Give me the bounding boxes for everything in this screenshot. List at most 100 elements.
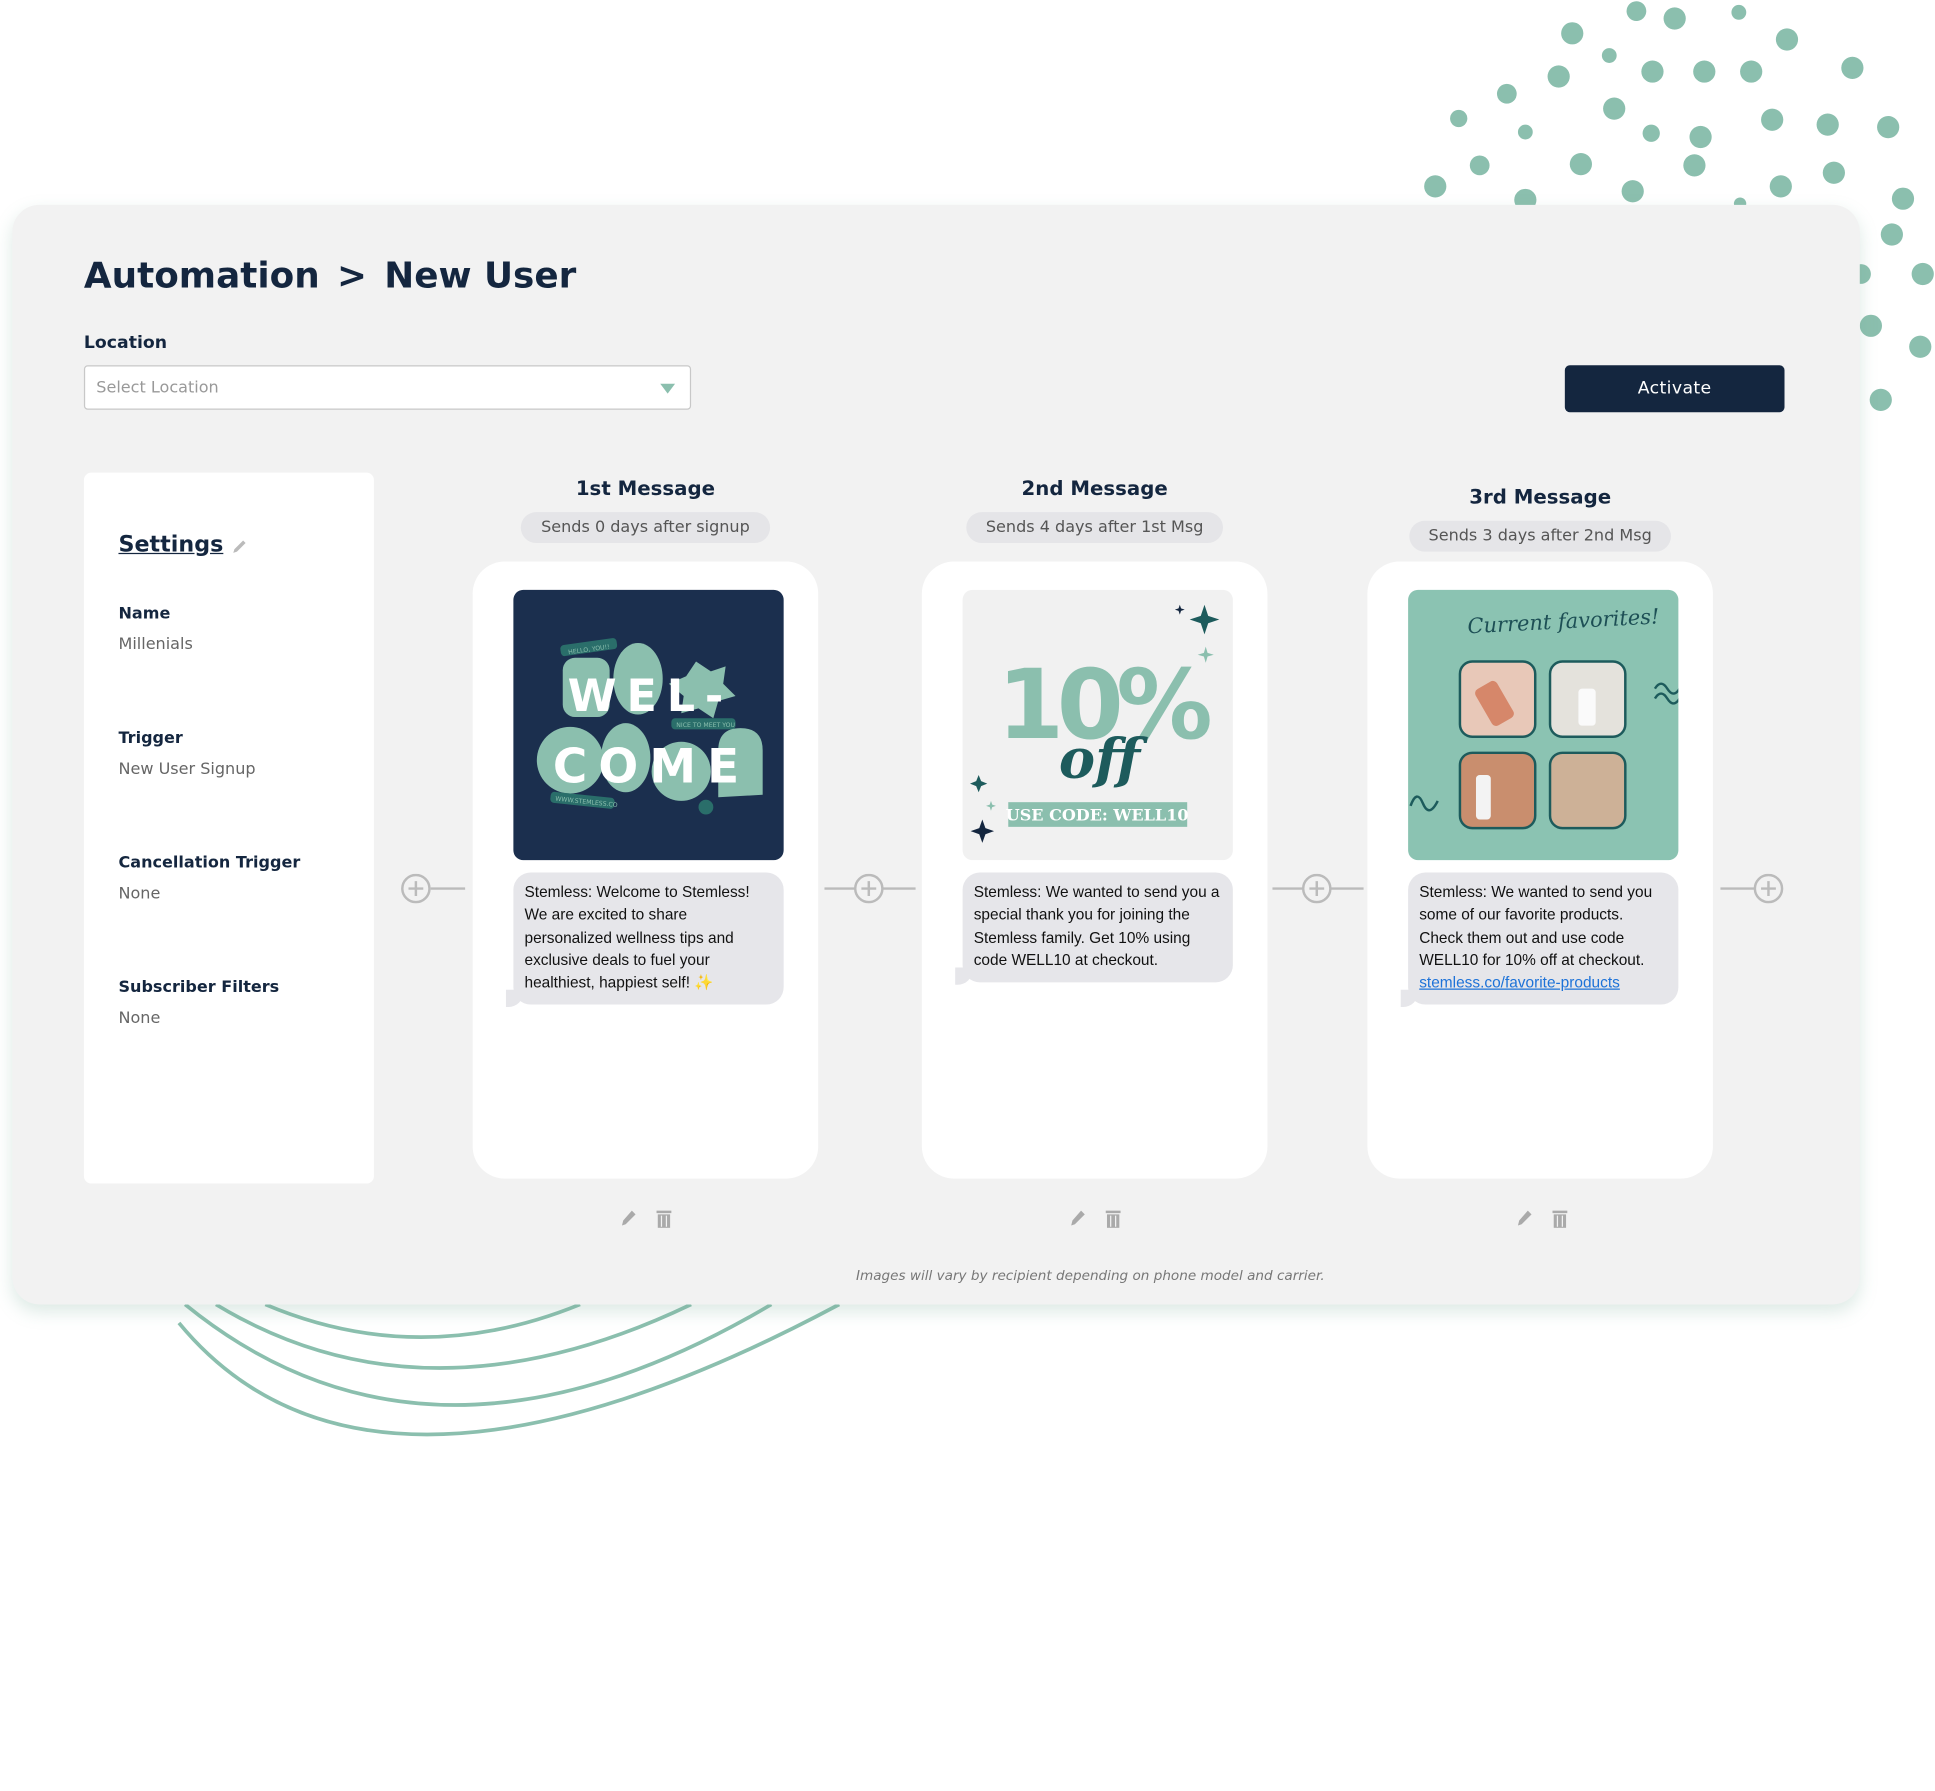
field-value: None [118,884,161,904]
decorative-dot [1496,83,1517,104]
message-actions-3 [1504,1208,1578,1233]
decorative-dot [1469,155,1490,176]
settings-title[interactable]: Settings [118,532,223,558]
message-title: 2nd Message [1021,476,1168,500]
add-message-button-1[interactable] [399,873,466,904]
welcome-image: HELLO, YOU!! WEL- NICE TO MEET YOU COME … [513,589,784,861]
location-select[interactable]: Select Location [83,365,692,410]
decorative-dot [1683,154,1706,177]
add-message-button-4[interactable] [1720,873,1787,904]
schedule-pill: Sends 3 days after 2nd Msg [1408,520,1672,552]
decorative-dot [1663,7,1686,30]
settings-field-trigger: Trigger New User Signup [118,729,255,778]
decorative-dot [1769,175,1792,198]
favorites-image: Current favorites! [1408,589,1679,861]
decorative-dot [1761,108,1784,131]
decorative-dot [1740,60,1763,83]
breadcrumb-separator: > [336,254,367,297]
field-value: New User Signup [118,760,256,779]
field-value: Millenials [118,635,193,655]
message-header-1: 1st Message Sends 0 days after signup [473,476,819,544]
breadcrumb-automation[interactable]: Automation [84,254,320,296]
trash-icon[interactable] [655,1208,672,1228]
discount-graphic: 10% off USE CODE: WELL10 [970,604,1220,843]
add-message-button-3[interactable] [1272,873,1364,904]
sms-text: Stemless: We wanted to send you some of … [1419,883,1653,969]
location-label: Location [83,333,168,353]
sms-bubble: Stemless: Welcome to Stemless! We are ex… [505,872,784,1009]
location-placeholder: Select Location [96,378,219,398]
discount-image: 10% off USE CODE: WELL10 [962,589,1233,861]
message-actions-2 [1058,1208,1132,1233]
field-label: Subscriber Filters [118,978,280,998]
svg-text:Current favorites!: Current favorites! [1467,604,1660,638]
breadcrumb: Automation > New User [84,254,594,296]
breadcrumb-current: New User [384,254,577,297]
settings-field-cancellation-trigger: Cancellation Trigger None [118,854,300,903]
sms-bubble: Stemless: We wanted to send you some of … [1400,872,1679,1009]
settings-field-name: Name Millenials [118,605,192,654]
activate-button[interactable]: Activate [1564,365,1785,413]
decorative-dot [1621,180,1644,203]
add-message-button-2[interactable] [824,873,916,904]
message-header-2: 2nd Message Sends 4 days after 1st Msg [922,476,1268,544]
decorative-dot [1822,161,1845,184]
decorative-dot [1859,314,1883,337]
decorative-dot [1547,65,1570,88]
svg-text:USE CODE: WELL10: USE CODE: WELL10 [1006,806,1189,825]
decorative-dot [1869,388,1892,411]
favorites-graphic: Current favorites! [1409,604,1679,830]
decorative-dot [1841,56,1864,79]
field-label: Name [118,604,171,624]
settings-field-subscriber-filters: Subscriber Filters None [118,979,279,1028]
decorative-dot [1601,48,1617,63]
caret-down-icon [660,383,676,394]
pencil-icon[interactable] [1067,1208,1087,1228]
pencil-icon[interactable] [230,537,250,557]
field-value: None [118,1009,161,1029]
decorative-dot [1891,187,1915,210]
sms-link[interactable]: stemless.co/favorite-products [1419,974,1620,991]
message-title: 3rd Message [1469,485,1612,509]
schedule-pill: Sends 4 days after 1st Msg [966,512,1224,544]
decorative-dot [1569,153,1592,176]
sms-bubble: Stemless: We wanted to send you a specia… [955,872,1233,986]
message-card-3[interactable]: Current favorites! Stemless: We wanted t… [1367,561,1713,1179]
image-disclaimer: Images will vary by recipient depending … [855,1267,1325,1284]
decorative-dot [1626,1,1647,21]
message-title: 1st Message [575,476,716,500]
decorative-dot [1642,124,1660,142]
settings-panel: Settings Name Millenials Trigger New User … [83,472,374,1184]
decorative-dot [1911,262,1934,286]
pencil-icon[interactable] [1514,1208,1534,1228]
field-label: Trigger [118,729,183,748]
sms-text: Stemless: Welcome to Stemless! We are ex… [524,883,750,992]
decorative-dot [1641,60,1664,83]
decorative-dot [1517,124,1533,140]
schedule-pill: Sends 0 days after signup [521,512,770,544]
message-actions-1 [608,1208,682,1233]
pencil-icon[interactable] [618,1208,638,1228]
decorative-dot [1689,125,1712,149]
decorative-dot [1603,97,1626,120]
decorative-dot [1731,4,1747,20]
field-label: Cancellation Trigger [118,853,301,873]
decorative-dot [1775,28,1799,51]
automation-panel: Automation > New User Location Select Loca… [12,204,1860,1305]
sms-text: Stemless: We wanted to send you a specia… [973,883,1220,969]
trash-icon[interactable] [1551,1208,1568,1228]
message-card-2[interactable]: 10% off USE CODE: WELL10 Stemless: We wa… [921,561,1268,1179]
decorative-dot [1880,223,1903,246]
decorative-dot [1424,175,1447,198]
welcome-graphic: HELLO, YOU!! WEL- NICE TO MEET YOU COME … [536,638,763,815]
svg-text:COME: COME [553,739,750,794]
decorative-dot [1561,22,1584,45]
decorative-dot [1450,109,1468,128]
svg-text:off: off [1059,726,1148,790]
svg-text:WEL-: WEL- [568,671,734,722]
message-card-1[interactable]: HELLO, YOU!! WEL- NICE TO MEET YOU COME … [472,561,819,1179]
trash-icon[interactable] [1105,1208,1122,1228]
decorative-dot [1909,335,1932,358]
decorative-dot [1816,113,1839,136]
message-header-3: 3rd Message Sends 3 days after 2nd Msg [1367,485,1713,552]
